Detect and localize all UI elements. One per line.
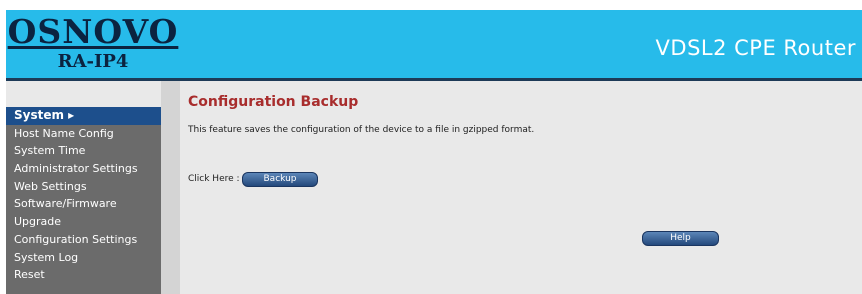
page-description: This feature saves the configuration of … — [188, 125, 535, 135]
backup-button[interactable]: Backup — [242, 172, 318, 187]
click-here-label: Click Here : — [188, 174, 240, 184]
sidebar-item-upgrade[interactable]: Upgrade — [6, 213, 161, 231]
logo-main-text: OSNOVO — [7, 12, 179, 51]
sidebar-strip — [161, 81, 180, 294]
sidebar-menu: System ▸ Host Name Config System Time Ad… — [6, 107, 161, 294]
main-content: Configuration Backup This feature saves … — [180, 81, 862, 294]
sidebar-item-web-settings[interactable]: Web Settings — [6, 178, 161, 196]
sidebar-item-system-time[interactable]: System Time — [6, 142, 161, 160]
sidebar-item-system-log[interactable]: System Log — [6, 249, 161, 267]
brand-logo: OSNOVO RA-IP4 — [6, 10, 180, 78]
product-title: VDSL2 CPE Router — [655, 36, 856, 60]
sidebar-item-configuration-settings[interactable]: Configuration Settings — [6, 231, 161, 249]
sidebar: System ▸ Host Name Config System Time Ad… — [6, 81, 180, 294]
help-button[interactable]: Help — [642, 231, 719, 246]
sidebar-item-software-firmware[interactable]: Software/Firmware — [6, 195, 161, 213]
sidebar-item-host-name-config[interactable]: Host Name Config — [6, 125, 161, 143]
sidebar-item-system[interactable]: System ▸ — [6, 107, 161, 125]
sidebar-item-administrator-settings[interactable]: Administrator Settings — [6, 160, 161, 178]
logo-model-text: RA-IP4 — [57, 51, 129, 72]
page-title: Configuration Backup — [188, 94, 359, 110]
sidebar-item-reset[interactable]: Reset — [6, 266, 161, 284]
